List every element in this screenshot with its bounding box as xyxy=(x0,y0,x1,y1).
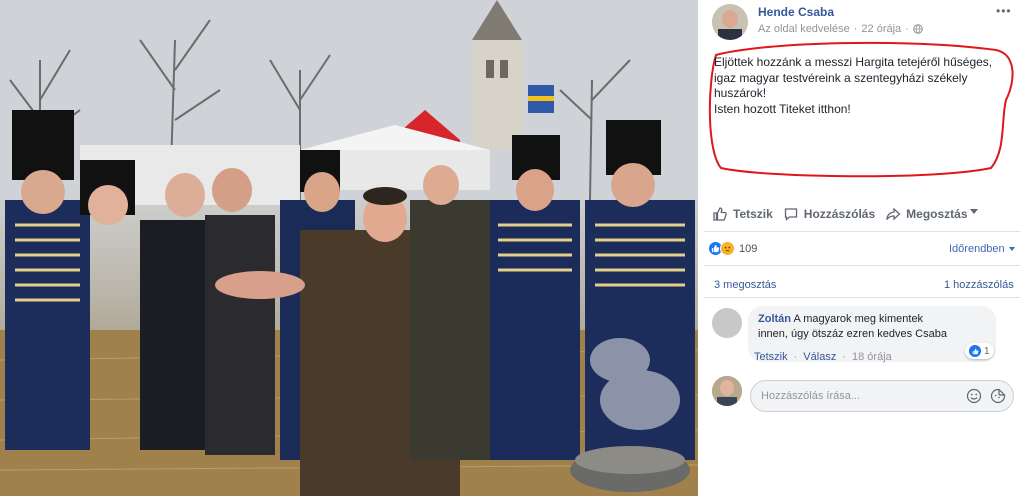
comment-text-line2: innen, úgy ötszáz ezren kedves Csaba xyxy=(758,328,947,340)
comment-button[interactable]: Hozzászólás xyxy=(783,206,875,222)
reaction-count: 109 xyxy=(739,242,758,255)
commenter-name-link[interactable]: Zoltán xyxy=(758,313,791,325)
shares-count-link[interactable]: 3 megosztás xyxy=(714,279,776,291)
comments-count-link[interactable]: 1 hozzászólás xyxy=(944,279,1014,291)
sticker-icon[interactable] xyxy=(990,388,1006,404)
comment-label: Hozzászólás xyxy=(803,207,876,221)
audience-caret-icon[interactable] xyxy=(970,209,978,214)
thumbs-up-icon xyxy=(713,207,727,221)
comment-like-link[interactable]: Tetszik xyxy=(754,351,788,363)
post-text-line: Eljöttek hozzánk a messzi Hargita tetejé… xyxy=(714,55,993,69)
meta-separator: · xyxy=(905,23,909,35)
comment-reaction-badge[interactable]: 1 xyxy=(965,343,994,359)
photo-illustration xyxy=(0,0,698,496)
post-text-line: Isten hozott Titeket itthon! xyxy=(714,101,851,116)
like-label: Tetszik xyxy=(733,207,773,221)
divider xyxy=(704,231,1020,232)
author-avatar[interactable] xyxy=(712,4,748,40)
author-name-link[interactable]: Hende Csaba xyxy=(758,5,834,19)
post-text: Eljöttek hozzánk a messzi Hargita tetejé… xyxy=(714,55,1018,117)
comment-action-separator: · xyxy=(842,351,846,363)
emoji-icon[interactable] xyxy=(966,388,982,404)
comment-reply-link[interactable]: Válasz xyxy=(803,351,836,363)
like-button[interactable]: Tetszik xyxy=(712,206,773,222)
comment-timestamp[interactable]: 18 órája xyxy=(852,351,892,363)
current-user-avatar xyxy=(712,376,742,406)
share-button[interactable]: Megosztás xyxy=(885,206,968,222)
comment-icon xyxy=(784,208,797,221)
commenter-avatar[interactable] xyxy=(712,308,742,338)
comment-action-separator: · xyxy=(793,351,798,363)
post-meta: Az oldal kedvelése · 22 órája · xyxy=(758,23,923,35)
post-text-line: igaz magyar testvéreink a szentegyházi s… xyxy=(714,70,968,85)
divider xyxy=(704,297,1020,298)
globe-icon xyxy=(913,24,923,34)
like-page-link[interactable]: Az oldal kedvelése xyxy=(758,23,850,35)
post-actions-bar: Tetszik Hozzászólás Megosztás xyxy=(712,203,1012,225)
like-reaction-icon xyxy=(969,345,981,357)
comment-actions: Tetszik · Válasz · 18 órája xyxy=(754,351,892,363)
share-label: Megosztás xyxy=(906,207,968,221)
ellipsis-icon[interactable]: ••• xyxy=(996,4,1012,18)
post-timestamp[interactable]: 22 órája xyxy=(861,23,901,35)
comment-reaction-count: 1 xyxy=(984,345,990,357)
comment-sort-dropdown[interactable]: Időrendben xyxy=(949,243,1015,255)
post-photo[interactable] xyxy=(0,0,698,496)
divider xyxy=(704,265,1020,266)
sad-reaction-icon xyxy=(720,241,735,256)
post-text-line: huszárok! xyxy=(714,86,767,100)
reactions-summary[interactable]: 109 xyxy=(708,241,757,256)
share-arrow-icon xyxy=(886,207,901,221)
meta-separator: · xyxy=(853,23,858,35)
comment-text: A magyarok meg kimentek xyxy=(791,313,924,325)
